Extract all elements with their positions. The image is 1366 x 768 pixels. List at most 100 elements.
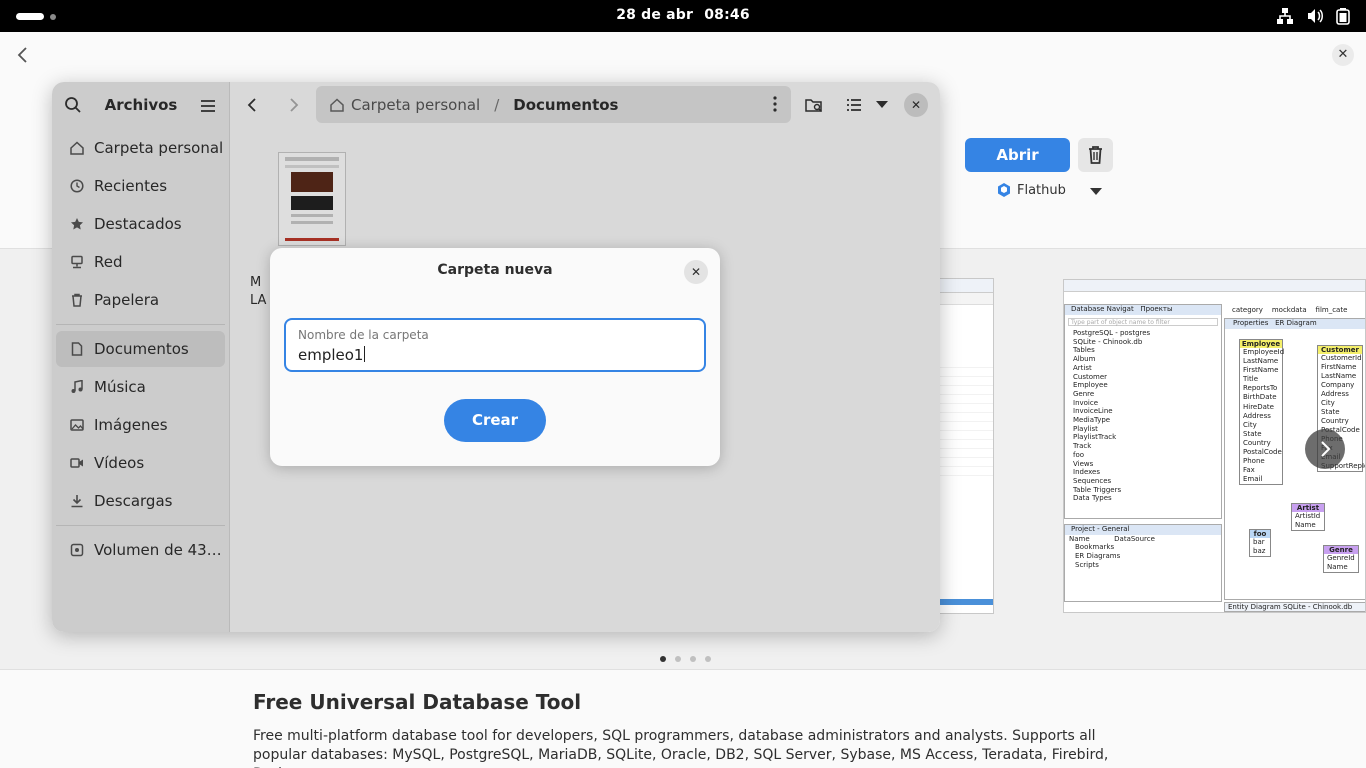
new-folder-button[interactable] — [799, 92, 829, 118]
path-separator: / — [494, 95, 500, 114]
folder-name-input[interactable]: Nombre de la carpeta empleo1 — [284, 318, 706, 372]
tree-node: Genre — [1073, 389, 1095, 398]
entity-field: FirstName — [1243, 366, 1279, 375]
entity-field: Email — [1243, 475, 1263, 484]
entity-field: PostalCode — [1243, 448, 1282, 457]
project-item: Scripts — [1075, 561, 1099, 569]
entity-field: State — [1321, 408, 1340, 416]
home-icon — [70, 141, 84, 155]
sidebar-item-videos[interactable]: Vídeos — [56, 445, 225, 481]
entity-field: BirthDate — [1243, 393, 1277, 402]
entity-title: Genre — [1324, 546, 1358, 554]
chevron-right-icon — [290, 98, 299, 112]
sidebar-item-label: Recientes — [94, 177, 168, 195]
next-screenshot-button[interactable] — [1305, 429, 1345, 469]
pager-dot[interactable] — [705, 656, 711, 662]
uninstall-button[interactable] — [1078, 138, 1113, 172]
battery-icon — [1336, 8, 1350, 25]
drive-icon — [70, 543, 84, 557]
entity-field: City — [1321, 399, 1335, 407]
db-tree: PostgreSQL - postgres SQLite - Chinook.db… — [1065, 329, 1221, 503]
new-folder-dialog: Carpeta nueva ✕ Nombre de la carpeta emp… — [270, 248, 720, 466]
sidebar-item-red[interactable]: Red — [56, 244, 225, 280]
status-bar: Entity Diagram SQLite - Chinook.db — [1224, 602, 1365, 612]
clock-date: 28 de abr — [616, 7, 694, 23]
sidebar-item-documentos[interactable]: Documentos — [56, 331, 225, 367]
main-menu-button[interactable] — [200, 98, 216, 117]
artist-entity: Artist ArtistId Name — [1291, 503, 1325, 531]
path-home[interactable]: Carpeta personal — [330, 96, 480, 114]
folder-name-text: empleo1 — [298, 346, 364, 364]
sidebar-item-label: Destacados — [94, 215, 182, 233]
close-app-button[interactable]: ✕ — [1332, 44, 1354, 66]
path-current[interactable]: Documentos — [513, 96, 618, 114]
chevron-down-icon[interactable] — [1090, 188, 1102, 195]
network-icon — [70, 255, 84, 269]
project-col-name: Name — [1069, 535, 1090, 543]
pager-dot[interactable] — [675, 656, 681, 662]
forward-nav-button[interactable] — [278, 92, 308, 118]
sidebar-item-label: Papelera — [94, 291, 160, 309]
source-label: Flathub — [1017, 182, 1066, 198]
list-view-icon — [847, 99, 861, 111]
entity-field: GenreId — [1327, 554, 1355, 562]
back-nav-button[interactable] — [238, 92, 268, 118]
file-thumbnail[interactable] — [278, 152, 346, 246]
entity-field: Fax — [1243, 466, 1255, 475]
tree-node: SQLite - Chinook.db — [1073, 337, 1143, 346]
entity-field: Title — [1243, 375, 1259, 384]
entity-field: bar — [1253, 538, 1265, 546]
sidebar-item-volumen-de-43[interactable]: Volumen de 43… — [56, 532, 225, 568]
folder-name-value[interactable]: empleo1 — [298, 346, 366, 364]
sidebar-separator — [56, 525, 225, 526]
entity-field: LastName — [1243, 357, 1279, 366]
sidebar-item-label: Carpeta personal — [94, 139, 224, 157]
create-button[interactable]: Crear — [444, 399, 546, 442]
view-options-button[interactable] — [867, 92, 897, 118]
path-menu-button[interactable] — [773, 96, 777, 116]
entity-field: Address — [1243, 411, 1271, 420]
entity-field: City — [1243, 420, 1257, 429]
source-selector[interactable]: Flathub — [997, 182, 1066, 198]
tree-node: Playlist — [1073, 424, 1098, 433]
system-tray[interactable] — [1276, 7, 1350, 25]
close-chooser-button[interactable]: ✕ — [904, 93, 928, 117]
pager-dot[interactable] — [690, 656, 696, 662]
entity-field: State — [1243, 429, 1262, 438]
app-summary-title: Free Universal Database Tool — [253, 690, 582, 714]
open-button[interactable]: Abrir — [965, 138, 1070, 172]
path-bar[interactable]: Carpeta personal / Documentos — [316, 86, 791, 123]
sidebar-item-descargas[interactable]: Descargas — [56, 483, 225, 519]
clock[interactable]: 28 de abr 08:46 — [0, 7, 1366, 23]
home-icon — [330, 97, 344, 112]
flathub-icon — [998, 183, 1010, 197]
hamburger-menu-icon — [201, 100, 215, 112]
sidebar-item-carpeta-personal[interactable]: Carpeta personal — [56, 130, 225, 166]
sidebar-item-label: Música — [94, 378, 146, 396]
gallery-pager[interactable] — [660, 656, 711, 662]
sidebar-header: Archivos — [52, 82, 229, 128]
entity-title: Artist — [1292, 504, 1324, 512]
sidebar-item-papelera[interactable]: Papelera — [56, 282, 225, 318]
back-button[interactable] — [12, 44, 34, 66]
clock-time: 08:46 — [704, 7, 750, 23]
tree-node: Sequences — [1073, 476, 1112, 485]
pager-dot[interactable] — [660, 656, 666, 662]
sidebar-item-label: Descargas — [94, 492, 173, 510]
sidebar-item-label: Vídeos — [94, 454, 145, 472]
editor-tab: mockdata — [1271, 306, 1307, 314]
dialog-close-button[interactable]: ✕ — [684, 260, 708, 284]
tree-node: Track — [1073, 442, 1092, 451]
sidebar-item-label: Documentos — [94, 340, 189, 358]
sidebar-item-musica[interactable]: Música — [56, 369, 225, 405]
entity-field: ArtistId — [1295, 512, 1321, 520]
text-cursor — [364, 346, 366, 362]
sidebar-item-imagenes[interactable]: Imágenes — [56, 407, 225, 443]
sidebar-item-recientes[interactable]: Recientes — [56, 168, 225, 204]
sidebar-item-destacados[interactable]: Destacados — [56, 206, 225, 242]
view-mode-button[interactable] — [839, 92, 869, 118]
tree-node: Views — [1073, 459, 1094, 468]
project-item: ER Diagrams — [1075, 552, 1121, 560]
properties-tab: Properties — [1233, 319, 1269, 327]
entity-field: baz — [1253, 547, 1266, 555]
